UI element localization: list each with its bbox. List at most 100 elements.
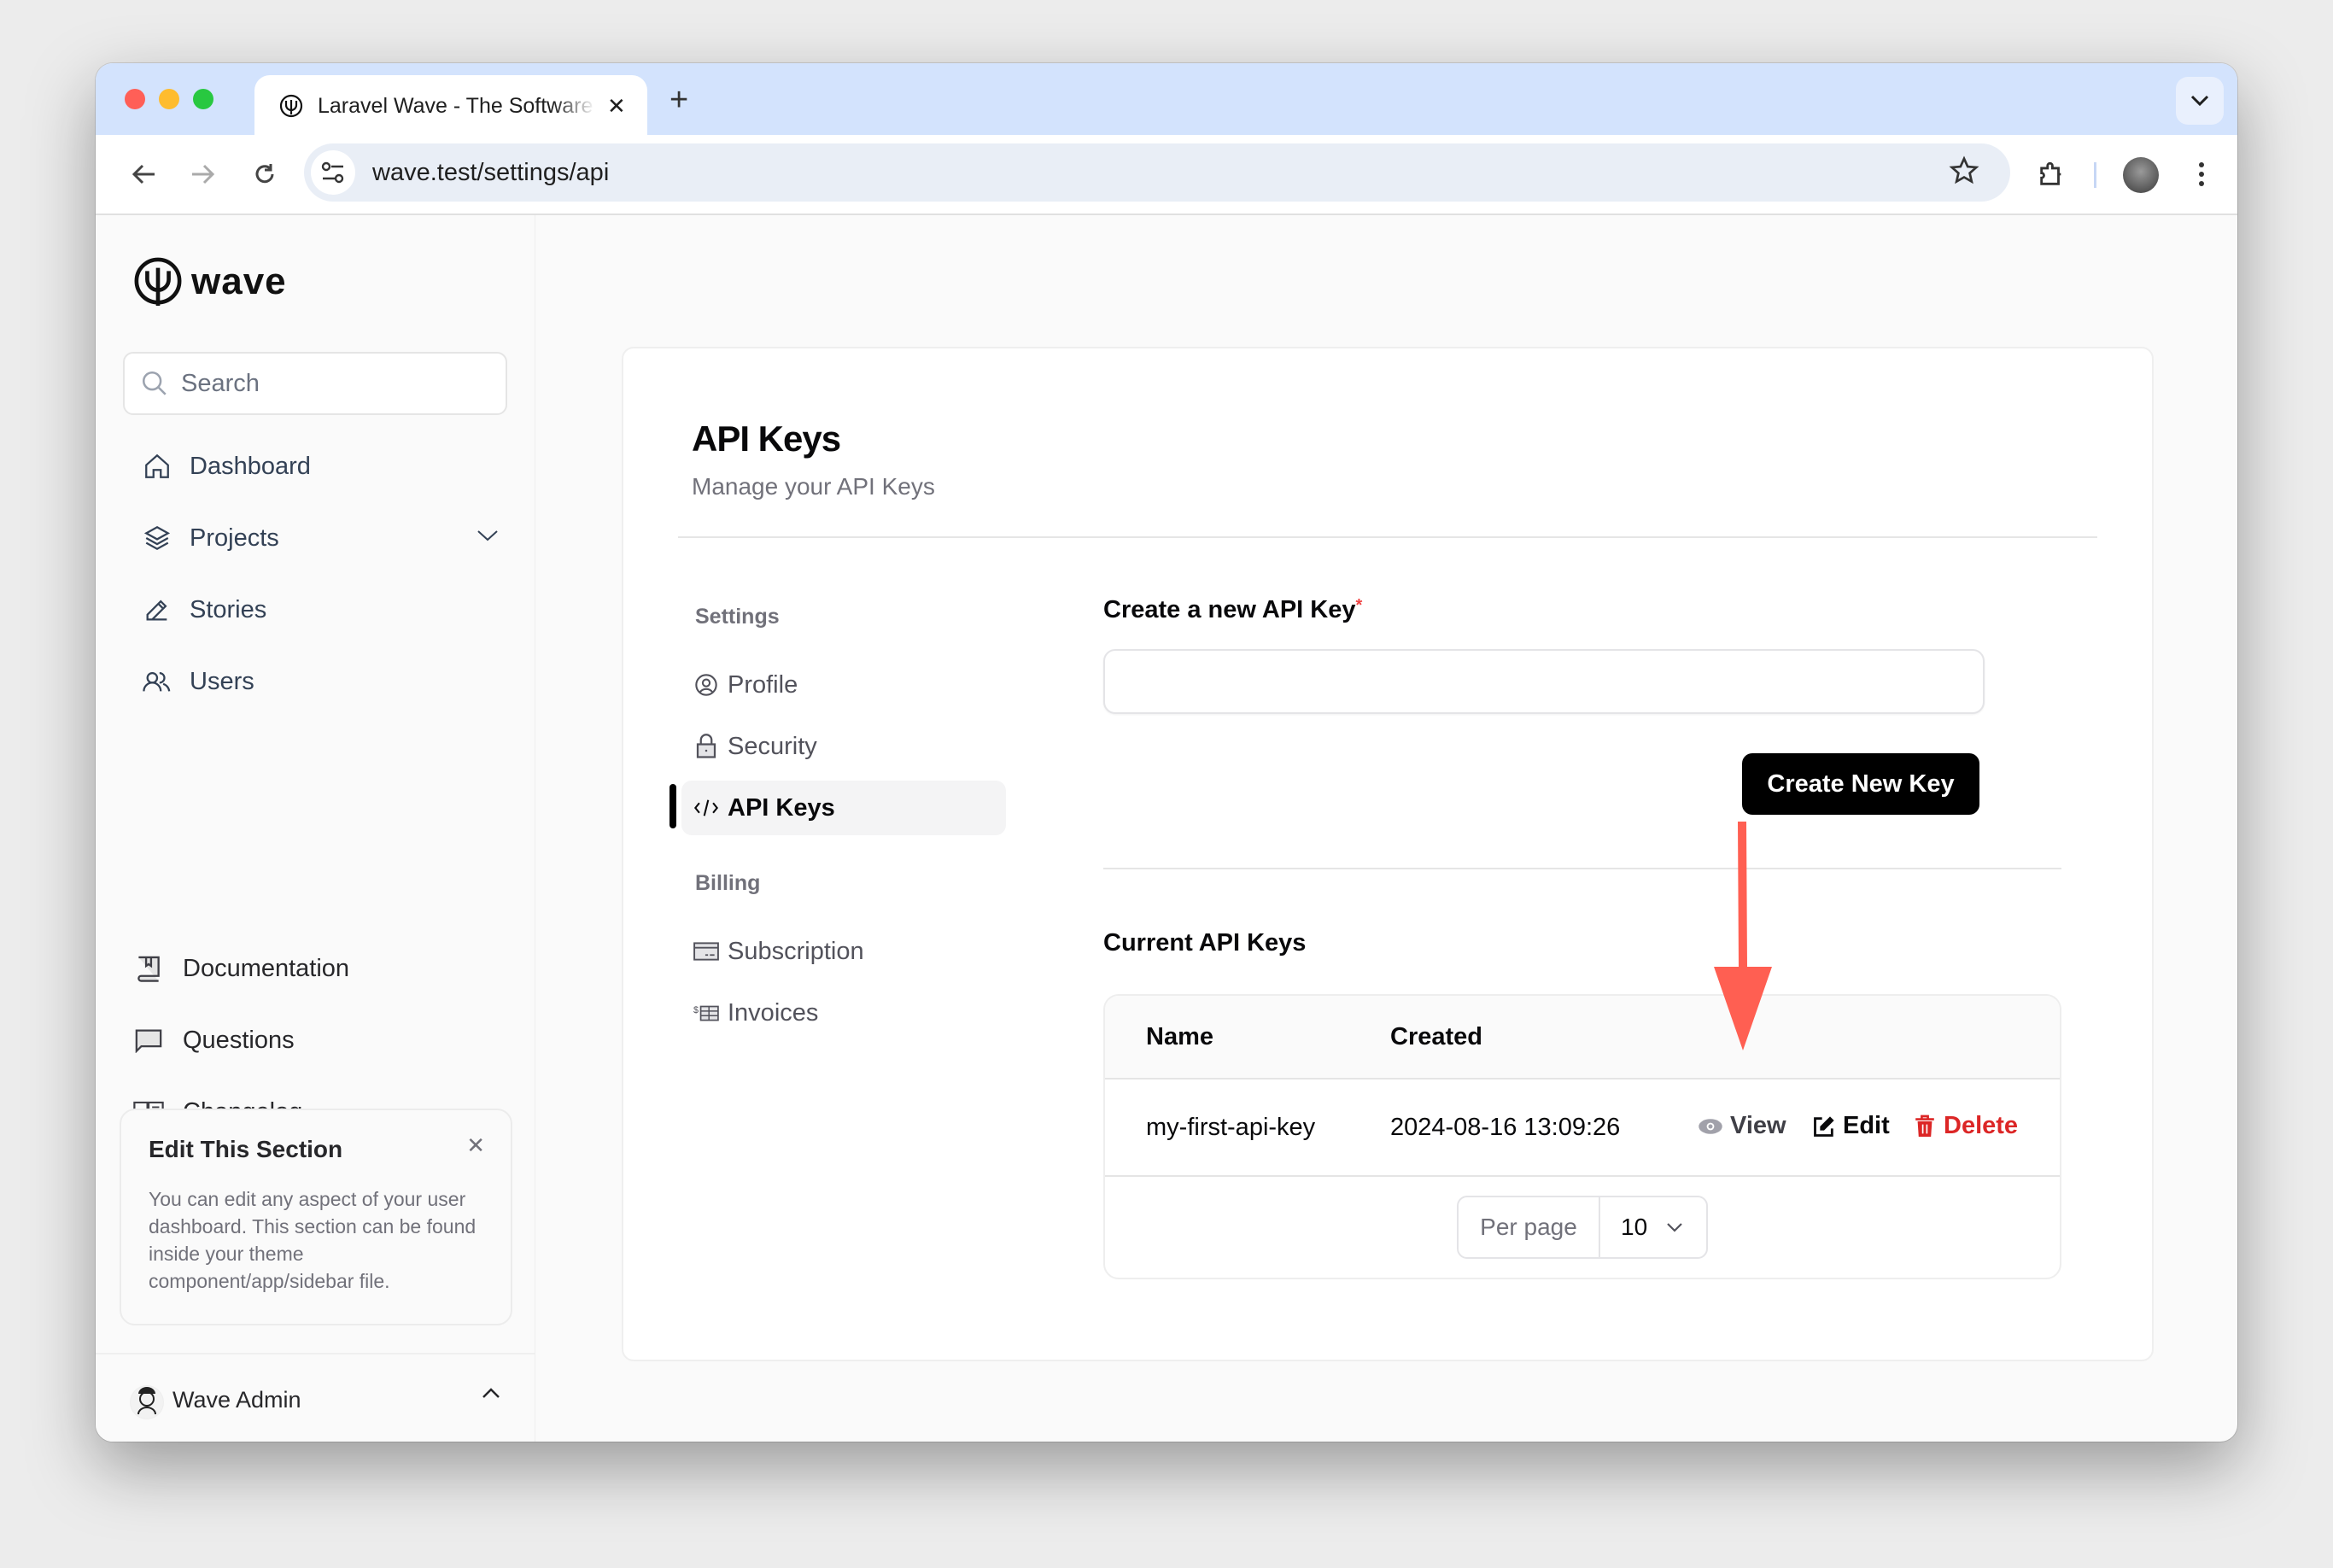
wave-favicon-icon [279, 94, 303, 118]
minimize-window-button[interactable] [159, 89, 179, 109]
search-icon [142, 371, 167, 395]
key-name: my-first-api-key [1146, 1114, 1316, 1141]
toolbar-divider [2094, 162, 2096, 188]
settings-nav-label: Profile [728, 670, 798, 699]
sidebar-item-label: Dashboard [190, 452, 311, 480]
settings-nav-invoices[interactable]: $ Invoices [681, 986, 1006, 1040]
edit-label: Edit [1843, 1112, 1890, 1139]
page-subtitle: Manage your API Keys [692, 473, 935, 500]
book-icon [132, 951, 166, 986]
reload-icon [255, 164, 274, 184]
close-icon[interactable]: ✕ [466, 1132, 485, 1159]
settings-nav-profile[interactable]: Profile [681, 658, 1006, 712]
pencil-icon [140, 593, 174, 627]
api-keys-table: Name Created my-first-api-key 2024-08-16… [1103, 994, 2061, 1279]
delete-label: Delete [1944, 1112, 2019, 1139]
url-text[interactable]: wave.test/settings/api [372, 159, 609, 187]
divider [1103, 868, 2061, 869]
maximize-window-button[interactable] [193, 89, 213, 109]
chevron-up-icon [482, 1388, 500, 1398]
api-key-name-input[interactable] [1103, 649, 1985, 714]
page-content: wave Search Dashboard Projects Stories U… [96, 215, 2237, 1442]
browser-menu-button[interactable] [2184, 157, 2219, 191]
sidebar-item-label: Users [190, 667, 254, 695]
billing-group-heading: Billing [695, 871, 761, 895]
table-row: my-first-api-key 2024-08-16 13:09:26 Vie… [1105, 1079, 2060, 1177]
trash-icon [1915, 1115, 1934, 1137]
tab-close-icon[interactable]: ✕ [607, 93, 626, 120]
sidebar-item-questions[interactable]: Questions [132, 1023, 295, 1057]
sidebar-item-dashboard[interactable]: Dashboard [140, 449, 499, 483]
view-key-button[interactable]: View [1698, 1112, 1786, 1140]
invoice-icon: $ [693, 1000, 719, 1026]
forward-button[interactable] [186, 157, 220, 191]
key-created: 2024-08-16 13:09:26 [1390, 1114, 1621, 1141]
extensions-button[interactable] [2034, 157, 2068, 191]
edit-key-button[interactable]: Edit [1812, 1112, 1890, 1140]
sidebar-item-documentation[interactable]: Documentation [132, 951, 349, 986]
tune-icon [321, 161, 344, 184]
eye-icon [1699, 1118, 1722, 1134]
sidebar-item-label: Questions [183, 1026, 295, 1054]
reload-button[interactable] [248, 157, 282, 191]
chevron-down-icon[interactable] [477, 529, 499, 543]
column-header-name: Name [1146, 1023, 1213, 1050]
per-page-select[interactable]: Per page 10 [1457, 1196, 1708, 1259]
browser-tab[interactable]: Laravel Wave - The Software as a Service… [254, 75, 647, 137]
bookmark-star-icon[interactable] [1949, 155, 1979, 186]
sidebar-item-label: Projects [190, 524, 279, 552]
tab-search-button[interactable] [2176, 77, 2224, 125]
profile-avatar[interactable] [2123, 157, 2159, 193]
user-name: Wave Admin [172, 1387, 301, 1413]
delete-key-button[interactable]: Delete [1915, 1112, 2018, 1140]
sidebar-item-users[interactable]: Users [140, 664, 499, 699]
per-page-label: Per page [1459, 1197, 1600, 1257]
edit-section-note: Edit This Section ✕ You can edit any asp… [120, 1109, 512, 1325]
user-circle-icon [693, 672, 719, 698]
settings-nav-api-keys[interactable]: API Keys [681, 781, 1006, 835]
page-title: API Keys [692, 418, 841, 459]
sidebar-item-projects[interactable]: Projects [140, 521, 499, 555]
column-header-created: Created [1390, 1023, 1482, 1050]
site-info-button[interactable] [311, 150, 355, 195]
puzzle-icon [2040, 161, 2061, 185]
note-title: Edit This Section [149, 1136, 343, 1162]
sidebar-search-input[interactable]: Search [123, 352, 507, 415]
tab-title: Laravel Wave - The Software as a Service… [318, 93, 595, 118]
settings-card: API Keys Manage your API Keys Settings P… [622, 347, 2154, 1361]
user-menu[interactable]: Wave Admin [96, 1353, 535, 1442]
browser-window: Laravel Wave - The Software as a Service… [96, 63, 2237, 1442]
wave-logo-icon [134, 257, 182, 307]
settings-nav-label: Subscription [728, 937, 864, 965]
chevron-down-icon [1667, 1223, 1682, 1232]
svg-text:$: $ [693, 1005, 699, 1015]
settings-nav-label: Security [728, 732, 817, 760]
new-tab-button[interactable]: + [669, 82, 688, 119]
close-window-button[interactable] [125, 89, 145, 109]
back-button[interactable] [126, 157, 161, 191]
user-avatar [130, 1385, 164, 1419]
users-icon [140, 664, 174, 699]
settings-nav-subscription[interactable]: Subscription [681, 924, 1006, 979]
settings-nav-label: Invoices [728, 998, 819, 1027]
code-icon [693, 795, 719, 821]
sidebar-item-stories[interactable]: Stories [140, 593, 499, 627]
api-key-name-label: Create a new API Key* [1103, 596, 1362, 624]
credit-card-icon [693, 939, 719, 964]
chevron-down-icon [2190, 95, 2209, 107]
per-page-value: 10 [1621, 1214, 1648, 1240]
wave-logo[interactable]: wave [133, 256, 287, 307]
current-keys-heading: Current API Keys [1103, 929, 1307, 957]
create-new-key-button[interactable]: Create New Key [1742, 753, 1979, 815]
lock-icon [693, 734, 719, 759]
chat-icon [132, 1023, 166, 1057]
settings-nav-security[interactable]: Security [681, 719, 1006, 774]
search-placeholder: Search [181, 369, 260, 397]
address-bar[interactable]: wave.test/settings/api [304, 143, 2010, 202]
view-label: View [1730, 1112, 1786, 1139]
kebab-menu-icon [2199, 162, 2204, 186]
required-mark: * [1355, 596, 1363, 615]
sidebar-item-label: Documentation [183, 954, 350, 982]
home-icon [140, 449, 174, 483]
layers-icon [140, 521, 174, 555]
